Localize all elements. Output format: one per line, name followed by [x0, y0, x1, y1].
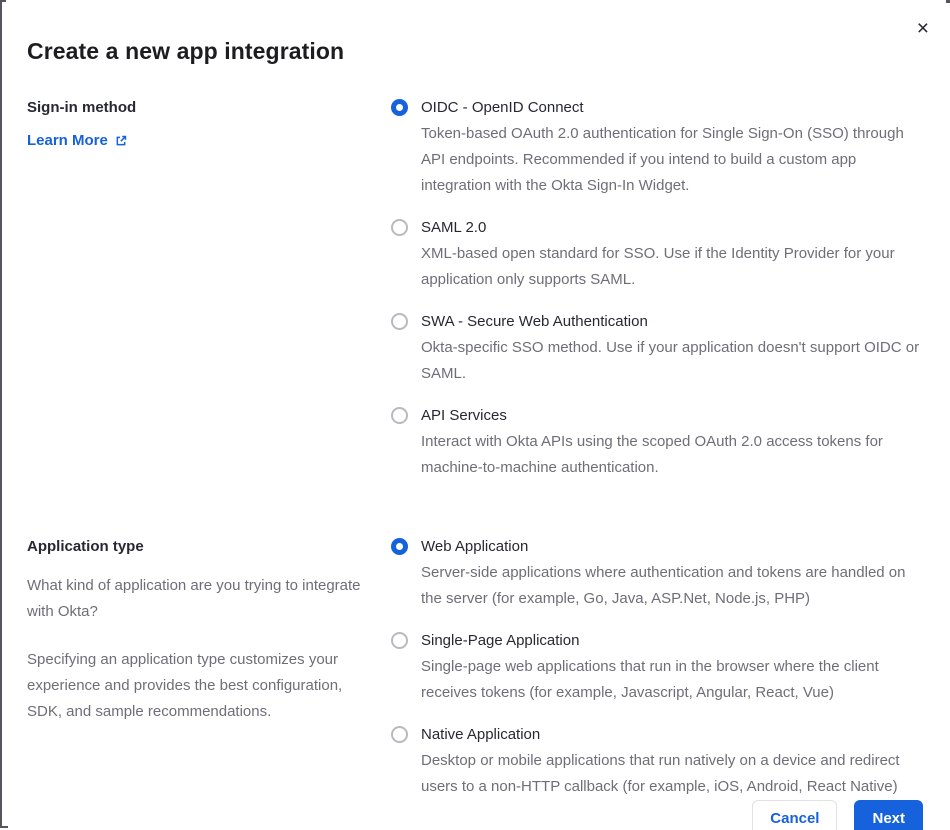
radio-button[interactable]	[391, 313, 408, 330]
radio-button[interactable]	[391, 219, 408, 236]
option-description: Single-page web applications that run in…	[421, 658, 879, 701]
radio-button[interactable]	[391, 538, 408, 555]
cancel-button[interactable]: Cancel	[752, 800, 838, 830]
option-description: XML-based open standard for SSO. Use if …	[421, 245, 895, 288]
option-label[interactable]: SWA - Secure Web Authentication	[421, 310, 925, 334]
application-type-options: Web Application Server-side applications…	[391, 535, 925, 800]
option-native-application[interactable]: Native Application Desktop or mobile app…	[391, 723, 925, 800]
signin-method-left-column: Sign-in method Learn More	[27, 96, 367, 150]
option-saml[interactable]: SAML 2.0 XML-based open standard for SSO…	[391, 216, 925, 293]
create-app-integration-dialog: × Create a new app integration Sign-in m…	[0, 0, 950, 830]
window-border-top-left	[0, 0, 6, 2]
application-type-description-2: Specifying an application type customize…	[27, 651, 343, 720]
next-button[interactable]: Next	[854, 800, 923, 830]
option-label[interactable]: OIDC - OpenID Connect	[421, 96, 925, 120]
application-type-section: Application type What kind of applicatio…	[27, 535, 925, 800]
option-label[interactable]: SAML 2.0	[421, 216, 925, 240]
option-label[interactable]: Single-Page Application	[421, 629, 925, 653]
signin-method-label: Sign-in method	[27, 99, 137, 116]
application-type-left-column: Application type What kind of applicatio…	[27, 535, 367, 725]
window-border-bottom-left	[0, 826, 8, 828]
option-oidc[interactable]: OIDC - OpenID Connect Token-based OAuth …	[391, 96, 925, 199]
close-icon[interactable]: ×	[917, 18, 929, 39]
dialog-footer: Cancel Next	[27, 800, 925, 830]
option-label[interactable]: Web Application	[421, 535, 925, 559]
signin-method-options: OIDC - OpenID Connect Token-based OAuth …	[391, 96, 925, 481]
option-web-application[interactable]: Web Application Server-side applications…	[391, 535, 925, 612]
option-api-services[interactable]: API Services Interact with Okta APIs usi…	[391, 404, 925, 481]
option-description: Desktop or mobile applications that run …	[421, 752, 900, 795]
option-swa[interactable]: SWA - Secure Web Authentication Okta-spe…	[391, 310, 925, 387]
option-description: Token-based OAuth 2.0 authentication for…	[421, 125, 904, 194]
radio-button[interactable]	[391, 407, 408, 424]
signin-method-section: Sign-in method Learn More OIDC - OpenID …	[27, 96, 925, 481]
option-label[interactable]: API Services	[421, 404, 925, 428]
option-single-page-application[interactable]: Single-Page Application Single-page web …	[391, 629, 925, 706]
learn-more-label: Learn More	[27, 132, 108, 149]
option-description: Server-side applications where authentic…	[421, 564, 906, 607]
option-label[interactable]: Native Application	[421, 723, 925, 747]
radio-button[interactable]	[391, 632, 408, 649]
radio-button[interactable]	[391, 726, 408, 743]
option-description: Interact with Okta APIs using the scoped…	[421, 433, 883, 476]
window-border-left	[0, 0, 2, 828]
application-type-description-1: What kind of application are you trying …	[27, 577, 361, 620]
radio-button[interactable]	[391, 99, 408, 116]
application-type-label: Application type	[27, 538, 144, 555]
window-border-top-right	[946, 0, 950, 3]
dialog-title: Create a new app integration	[27, 38, 345, 64]
option-description: Okta-specific SSO method. Use if your ap…	[421, 339, 920, 382]
learn-more-link[interactable]: Learn More	[27, 132, 128, 149]
external-link-icon	[114, 134, 128, 148]
